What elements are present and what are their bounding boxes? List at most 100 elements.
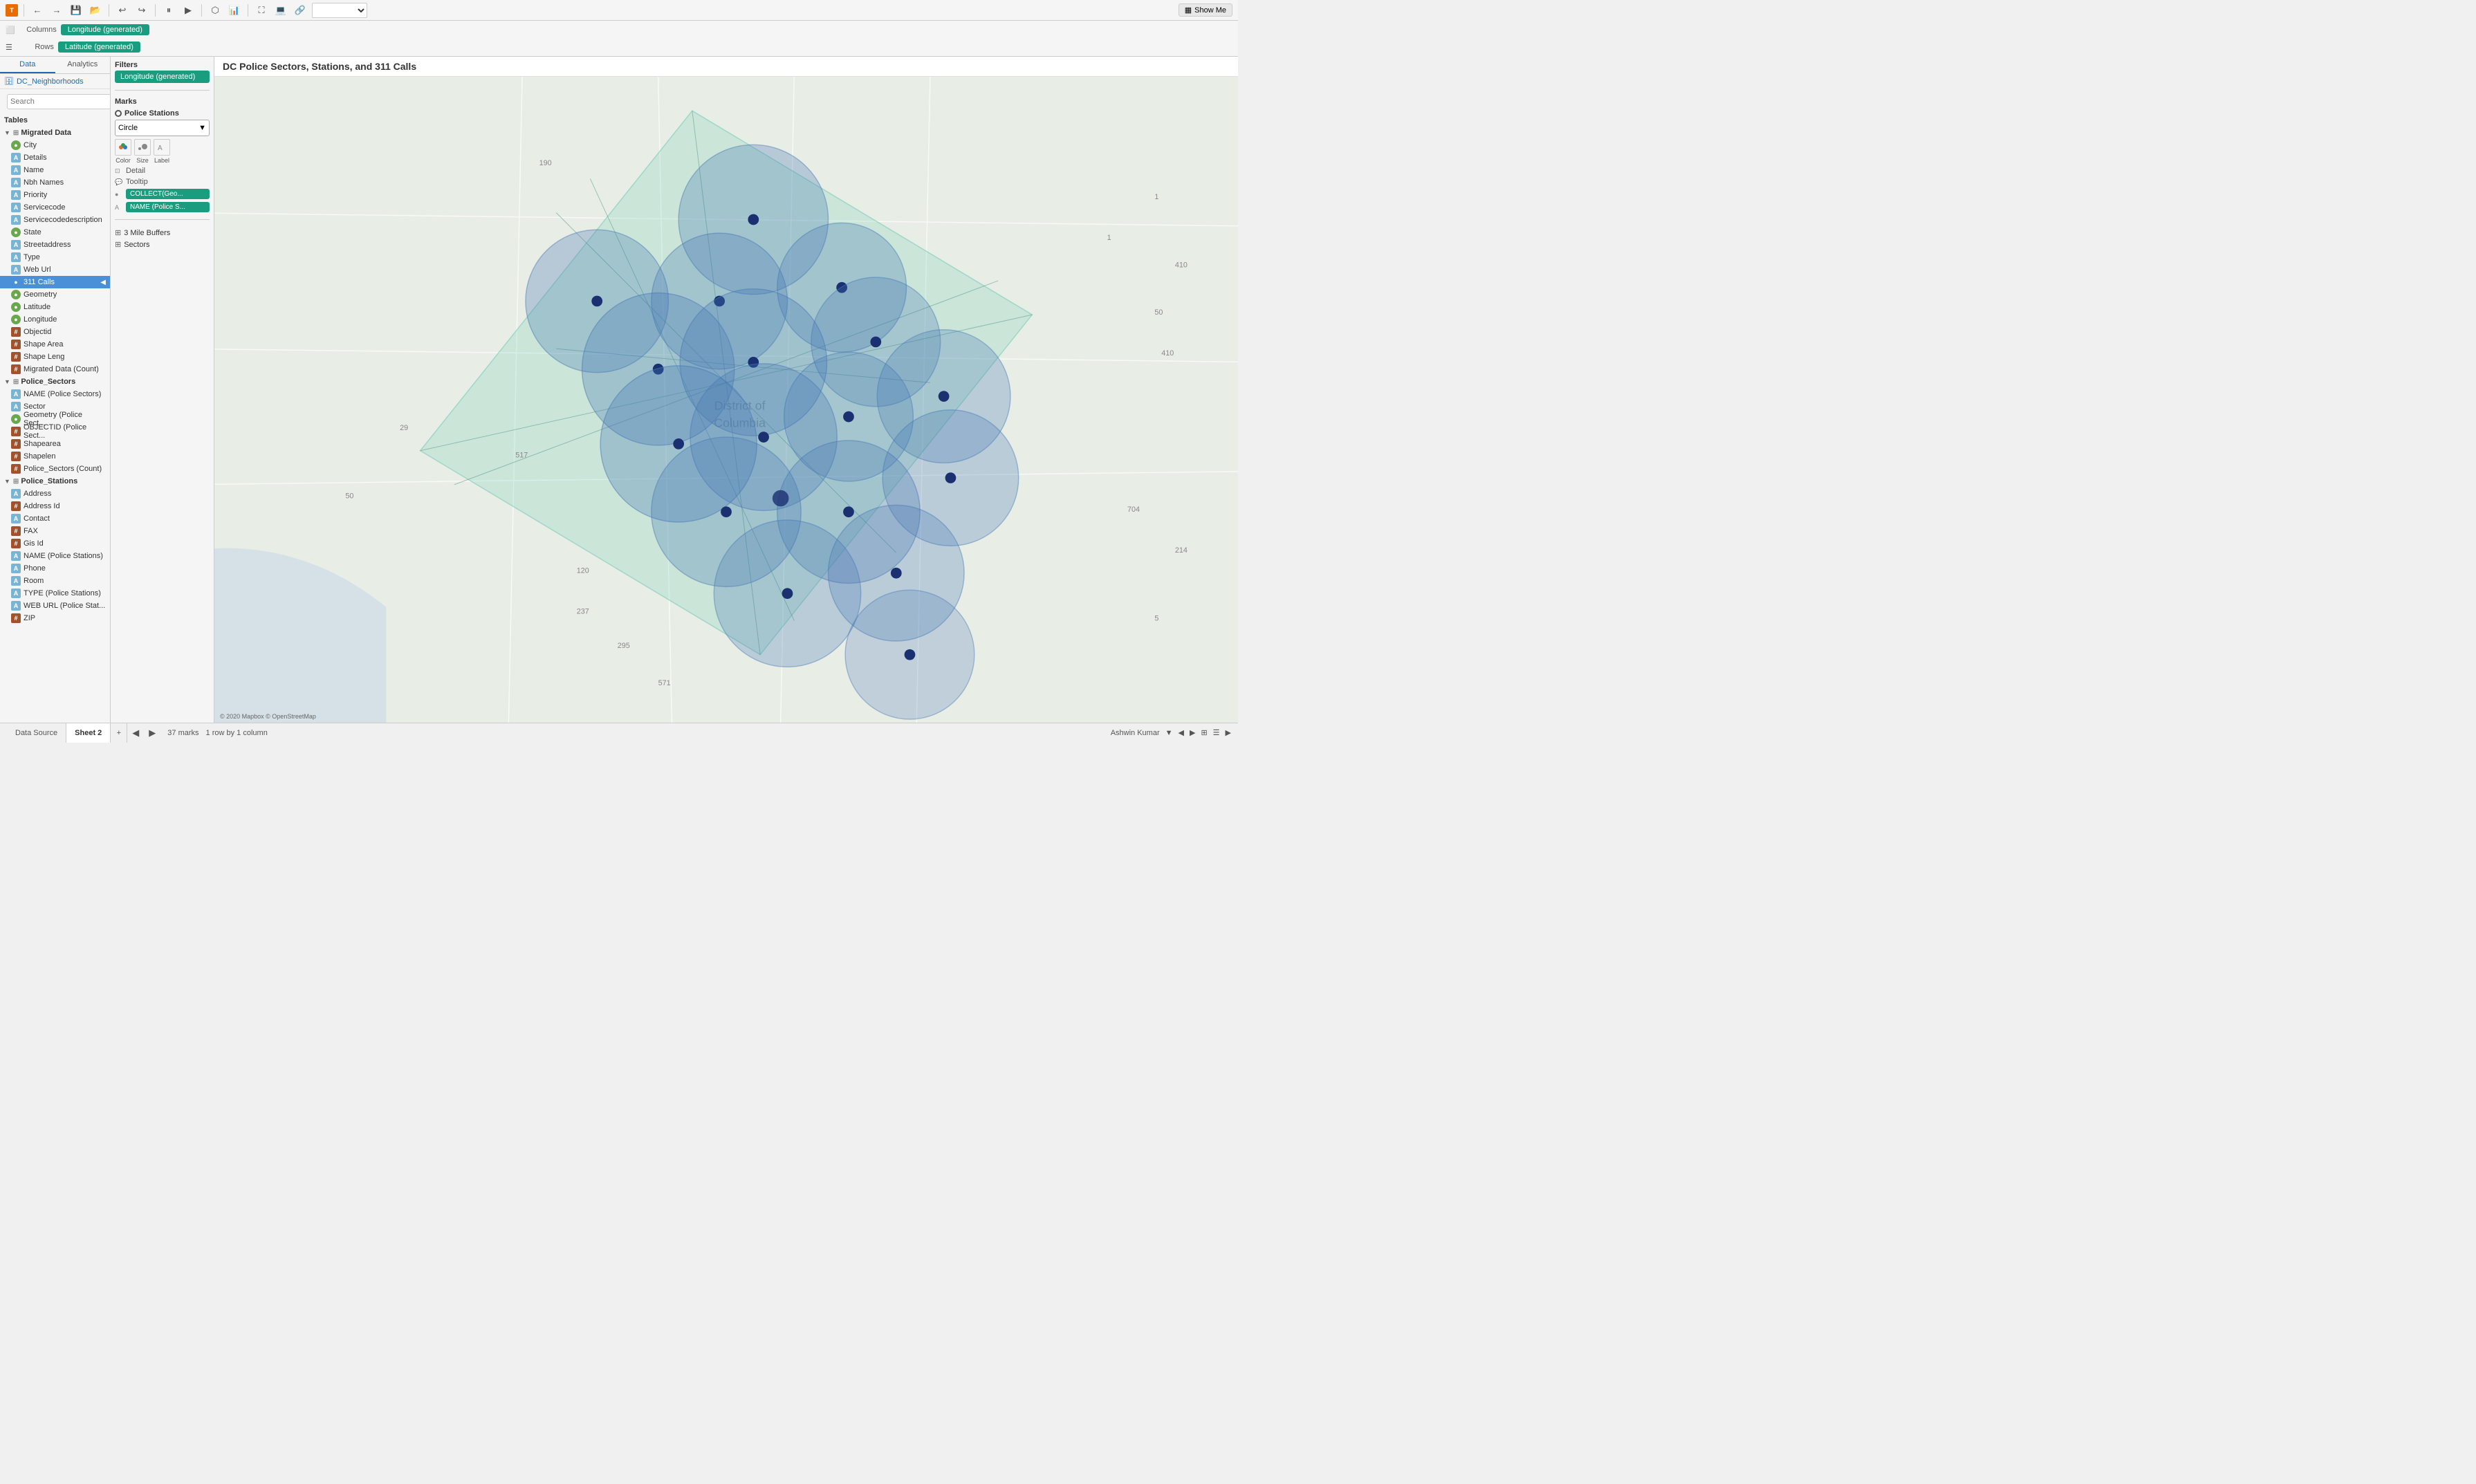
field-name-sectors[interactable]: A NAME (Police Sectors) bbox=[0, 388, 110, 400]
collect-field-pill[interactable]: COLLECT(Geo... bbox=[126, 189, 210, 199]
nav-next-btn[interactable]: ▶ bbox=[1190, 728, 1195, 737]
field-label-addrid: Address Id bbox=[24, 502, 60, 510]
field-streetaddr[interactable]: A Streetaddress bbox=[0, 239, 110, 251]
field-sectors-count[interactable]: # Police_Sectors (Count) bbox=[0, 463, 110, 475]
back-button[interactable]: ← bbox=[30, 3, 45, 18]
field-label-gisid: Gis Id bbox=[24, 539, 44, 548]
field-zip[interactable]: # ZIP bbox=[0, 612, 110, 624]
field-migrated-count[interactable]: # Migrated Data (Count) bbox=[0, 363, 110, 375]
field-label-seccnt: Police_Sectors (Count) bbox=[24, 465, 102, 473]
field-gis-id[interactable]: # Gis Id bbox=[0, 537, 110, 550]
tooltip-dot: 💬 bbox=[115, 178, 123, 186]
field-type-icon-nbh: A bbox=[11, 178, 21, 187]
field-shapelen-sectors[interactable]: # Shapelen bbox=[0, 450, 110, 463]
field-type-icon-addr: A bbox=[11, 489, 21, 499]
field-weburl-stations[interactable]: A WEB URL (Police Stat... bbox=[0, 600, 110, 612]
field-servicecode[interactable]: A Servicecode bbox=[0, 201, 110, 214]
field-objectid-sectors[interactable]: # OBJECTID (Police Sect... bbox=[0, 425, 110, 438]
redo-button[interactable]: ↪ bbox=[134, 3, 149, 18]
field-city[interactable]: ● City bbox=[0, 139, 110, 151]
field-phone[interactable]: A Phone bbox=[0, 562, 110, 575]
nav-prev-btn[interactable]: ◀ bbox=[1179, 728, 1184, 737]
detail-dot: ⊡ bbox=[115, 167, 123, 175]
tables-label: Tables bbox=[0, 114, 110, 127]
field-shape-leng[interactable]: # Shape Leng bbox=[0, 351, 110, 363]
field-name-stations[interactable]: A NAME (Police Stations) bbox=[0, 550, 110, 562]
filter-pill-longitude[interactable]: Longitude (generated) bbox=[115, 71, 210, 83]
add-sheet-btn[interactable]: + bbox=[111, 723, 127, 743]
marks-color-btn[interactable]: Color bbox=[115, 139, 131, 164]
field-type-stations[interactable]: A TYPE (Police Stations) bbox=[0, 587, 110, 600]
tab-analytics[interactable]: Analytics bbox=[55, 57, 111, 73]
prev-sheet-btn[interactable]: ◀ bbox=[127, 723, 144, 743]
field-priority[interactable]: A Priority bbox=[0, 189, 110, 201]
marks-label-btn[interactable]: A Label bbox=[154, 139, 170, 164]
field-state[interactable]: ● State bbox=[0, 226, 110, 239]
search-box: 🔍 bbox=[7, 94, 111, 109]
field-objectid[interactable]: # Objectid bbox=[0, 326, 110, 338]
field-311calls[interactable]: ● 311 Calls ◀ bbox=[0, 276, 110, 288]
map-container[interactable]: District of Columbia 190 1 1 410 50 410 … bbox=[214, 77, 1238, 723]
group-police-stations[interactable]: ▼ ⊞ Police_Stations bbox=[0, 475, 110, 488]
field-type-icon-objid: # bbox=[11, 327, 21, 337]
field-label-addr: Address bbox=[24, 490, 51, 498]
marks-size-btn[interactable]: Size bbox=[134, 139, 151, 164]
field-address-id[interactable]: # Address Id bbox=[0, 500, 110, 512]
group-migrated-data[interactable]: ▼ ⊞ Migrated Data bbox=[0, 127, 110, 139]
field-nbh-names[interactable]: A Nbh Names bbox=[0, 176, 110, 189]
field-type-icon-svcdesc: A bbox=[11, 215, 21, 225]
standard-dropdown[interactable] bbox=[312, 3, 367, 18]
geo-dot: ● bbox=[115, 191, 123, 198]
field-type[interactable]: A Type bbox=[0, 251, 110, 263]
columns-pill[interactable]: Longitude (generated) bbox=[61, 24, 149, 35]
field-name[interactable]: A Name bbox=[0, 164, 110, 176]
collapse-icon-migrated: ▼ bbox=[4, 129, 10, 136]
datasource-name[interactable]: DC_Neighborhoods bbox=[17, 77, 84, 86]
toolbar-sep-3 bbox=[155, 4, 156, 17]
field-type-icon-lat: ● bbox=[11, 302, 21, 312]
show-me-button[interactable]: ▦ Show Me bbox=[1179, 3, 1232, 17]
field-longitude[interactable]: ● Longitude bbox=[0, 313, 110, 326]
field-label-room: Room bbox=[24, 577, 44, 585]
present-btn[interactable]: ▶ bbox=[1226, 728, 1231, 737]
fit-button[interactable]: ⛶ bbox=[254, 3, 269, 18]
field-type-icon-city: ● bbox=[11, 140, 21, 150]
field-contact[interactable]: A Contact bbox=[0, 512, 110, 525]
name-field-pill[interactable]: NAME (Police S... bbox=[126, 202, 210, 212]
run-button[interactable]: ▶ bbox=[181, 3, 196, 18]
tab-data[interactable]: Data bbox=[0, 57, 55, 73]
field-shape-area[interactable]: # Shape Area bbox=[0, 338, 110, 351]
pause-button[interactable]: ⏸ bbox=[161, 3, 176, 18]
field-label-migcount: Migrated Data (Count) bbox=[24, 365, 99, 373]
field-latitude[interactable]: ● Latitude bbox=[0, 301, 110, 313]
forward-button[interactable]: → bbox=[49, 3, 64, 18]
tab-datasource[interactable]: Data Source bbox=[7, 723, 66, 743]
field-fax[interactable]: # FAX bbox=[0, 525, 110, 537]
field-svcdesc[interactable]: A Servicecodedescription bbox=[0, 214, 110, 226]
format-button[interactable]: ⬡ bbox=[207, 3, 223, 18]
open-button[interactable]: 📂 bbox=[88, 3, 103, 18]
field-weburl[interactable]: A Web Url bbox=[0, 263, 110, 276]
layer-sectors[interactable]: ⊞ Sectors bbox=[115, 239, 210, 250]
field-details[interactable]: A Details bbox=[0, 151, 110, 164]
layer-3mile[interactable]: ⊞ 3 Mile Buffers bbox=[115, 227, 210, 239]
group-police-sectors[interactable]: ▼ ⊞ Police_Sectors bbox=[0, 375, 110, 388]
device-button[interactable]: 💻 bbox=[273, 3, 288, 18]
next-sheet-btn[interactable]: ▶ bbox=[144, 723, 160, 743]
view-grid-btn[interactable]: ⊞ bbox=[1201, 728, 1207, 737]
field-address[interactable]: A Address bbox=[0, 488, 110, 500]
rows-pill[interactable]: Latitude (generated) bbox=[58, 41, 140, 53]
share-button[interactable]: 🔗 bbox=[293, 3, 308, 18]
size-label: Size bbox=[136, 157, 149, 164]
tab-sheet2[interactable]: Sheet 2 bbox=[66, 723, 111, 743]
chart-button[interactable]: 📊 bbox=[227, 3, 242, 18]
field-geometry[interactable]: ● Geometry bbox=[0, 288, 110, 301]
save-button[interactable]: 💾 bbox=[68, 3, 84, 18]
view-list-btn[interactable]: ☰ bbox=[1213, 728, 1220, 737]
field-room[interactable]: A Room bbox=[0, 575, 110, 587]
undo-button[interactable]: ↩ bbox=[115, 3, 130, 18]
user-dropdown-arrow[interactable]: ▼ bbox=[1165, 729, 1173, 737]
field-label-priority: Priority bbox=[24, 191, 47, 199]
search-input[interactable] bbox=[10, 98, 109, 106]
marks-type-dropdown[interactable]: Circle ▼ bbox=[115, 120, 210, 136]
